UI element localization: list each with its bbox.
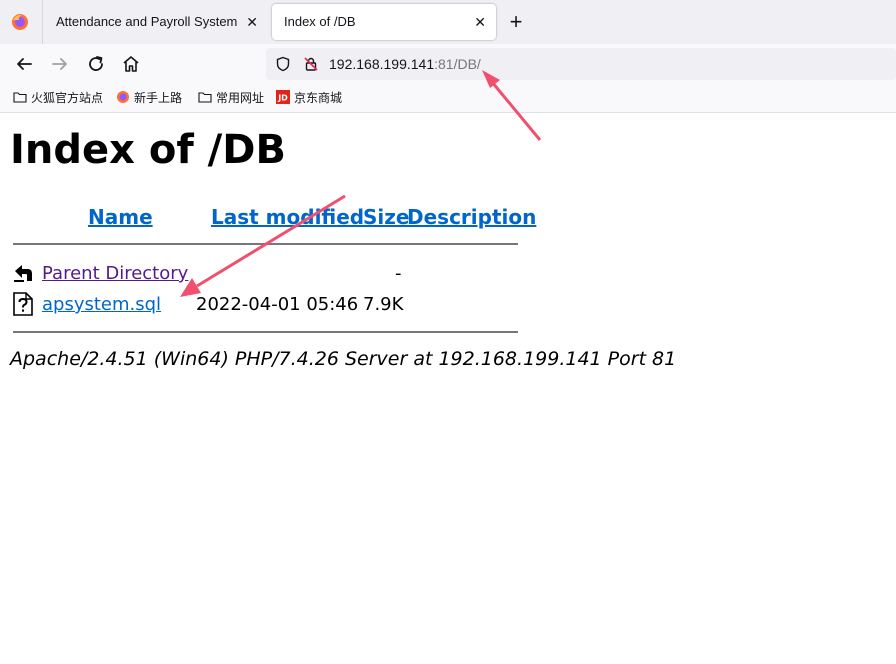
navigation-toolbar: 192.168.199.141:81/DB/: [0, 44, 896, 84]
bookmark-label: 新手上路: [134, 91, 183, 105]
tab-index-db[interactable]: Index of /DB ✕: [272, 4, 496, 40]
page-content: Index of /DB Name Last modified Size Des…: [0, 113, 896, 664]
parent-directory-size: -: [395, 263, 402, 284]
folder-icon: [13, 92, 27, 103]
home-icon[interactable]: [119, 52, 143, 76]
file-last-modified: 2022-04-01 05:46: [196, 294, 359, 315]
column-description-link[interactable]: Description: [407, 205, 536, 229]
tab-separator: [42, 0, 43, 44]
url-path: :81/DB/: [434, 56, 481, 72]
tab-label: Attendance and Payroll System: [56, 14, 238, 29]
reload-icon[interactable]: [84, 52, 108, 76]
url-bar[interactable]: 192.168.199.141:81/DB/: [266, 48, 896, 80]
parent-directory-link[interactable]: Parent Directory: [42, 263, 188, 285]
tab-label: Index of /DB: [284, 14, 356, 29]
tab-bar: Attendance and Payroll System ✕ Index of…: [0, 0, 896, 44]
jd-icon: JD: [276, 90, 290, 104]
page-title: Index of /DB: [10, 127, 286, 173]
bookmarks-toolbar: 火狐官方站点 新手上路 常用网址 JD 京东商城: [0, 84, 896, 113]
firefox-icon: [117, 91, 129, 103]
forward-arrow-icon[interactable]: [48, 52, 72, 76]
tab-attendance[interactable]: Attendance and Payroll System ✕: [44, 4, 268, 40]
server-signature: Apache/2.4.51 (Win64) PHP/7.4.26 Server …: [10, 348, 677, 370]
bookmark-label: 京东商城: [294, 91, 343, 105]
bookmark-folder-common-sites[interactable]: 常用网址: [198, 90, 264, 106]
url-text[interactable]: 192.168.199.141:81/DB/: [329, 55, 481, 73]
column-size-link[interactable]: Size: [363, 205, 409, 229]
divider-top: [13, 243, 518, 245]
back-arrow-icon[interactable]: [12, 52, 36, 76]
new-tab-plus-icon[interactable]: +: [504, 8, 528, 36]
jd-logo-text: JD: [277, 94, 288, 103]
shield-icon[interactable]: [275, 56, 291, 72]
firefox-menu-icon[interactable]: [10, 12, 30, 32]
bookmark-getting-started[interactable]: 新手上路: [116, 90, 182, 106]
divider-bottom: [13, 331, 518, 333]
column-last-modified-link[interactable]: Last modified: [211, 205, 364, 229]
url-host: 192.168.199.141: [329, 56, 435, 72]
file-link-apsystem-sql[interactable]: apsystem.sql: [42, 294, 161, 316]
back-folder-icon: [14, 265, 32, 282]
tab-close-icon[interactable]: ✕: [474, 4, 486, 40]
unknown-file-icon: [13, 292, 33, 316]
bookmark-label: 火狐官方站点: [31, 91, 104, 105]
folder-icon: [198, 92, 212, 103]
tab-close-icon[interactable]: ✕: [246, 4, 258, 40]
bookmark-label: 常用网址: [216, 91, 265, 105]
bookmark-folder-firefox-sites[interactable]: 火狐官方站点: [13, 90, 103, 106]
bookmark-jd-mall[interactable]: JD 京东商城: [276, 90, 342, 106]
file-size: 7.9K: [363, 294, 404, 315]
insecure-lock-icon[interactable]: [303, 56, 319, 72]
column-name-link[interactable]: Name: [88, 205, 153, 229]
